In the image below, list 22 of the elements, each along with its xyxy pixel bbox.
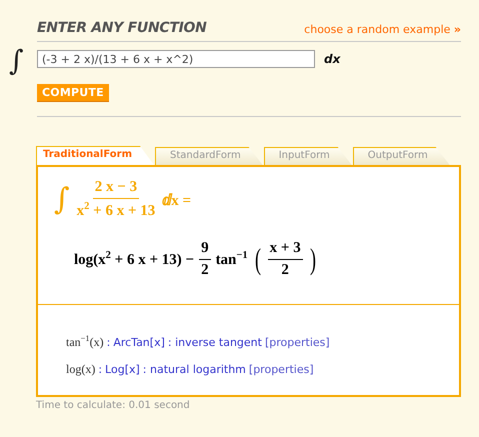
separator-text: : — [106, 336, 110, 349]
form-tab[interactable]: TraditionalForm — [36, 146, 154, 165]
math-notation: tan$^{−1}$(x) — [66, 334, 104, 350]
compute-button[interactable]: COMPUTE — [37, 84, 109, 102]
integral-expression: ∫ 2 x − 3 x$^{2}$ + 6 x + 13 ⅆx = — [54, 179, 192, 220]
form-tab[interactable]: OutputForm — [352, 147, 450, 165]
math-notation: log(x) — [66, 362, 96, 377]
properties-link[interactable]: [properties] — [248, 363, 314, 376]
function-link[interactable]: ArcTan[x] — [113, 336, 165, 349]
form-tab[interactable]: InputForm — [264, 147, 352, 165]
function-input[interactable]: (-3 + 2 x)/(13 + 6 x + x^2) — [37, 50, 315, 68]
form-tab[interactable]: StandardForm — [155, 147, 263, 165]
function-link[interactable]: Log[x] — [105, 363, 140, 376]
function-description: : inverse tangent — [168, 336, 262, 349]
integral-sign: ∫ — [9, 44, 24, 77]
calculation-time: Time to calculate: 0.01 second — [36, 400, 191, 411]
section-title: ENTER ANY FUNCTION — [37, 20, 207, 36]
random-example-link[interactable]: choose a random example » — [304, 23, 461, 36]
separator-text: : — [98, 363, 102, 376]
dx-label: dx — [324, 52, 340, 66]
properties-link[interactable]: [properties] — [264, 336, 330, 349]
function-description: : natural logarithm — [142, 363, 246, 376]
